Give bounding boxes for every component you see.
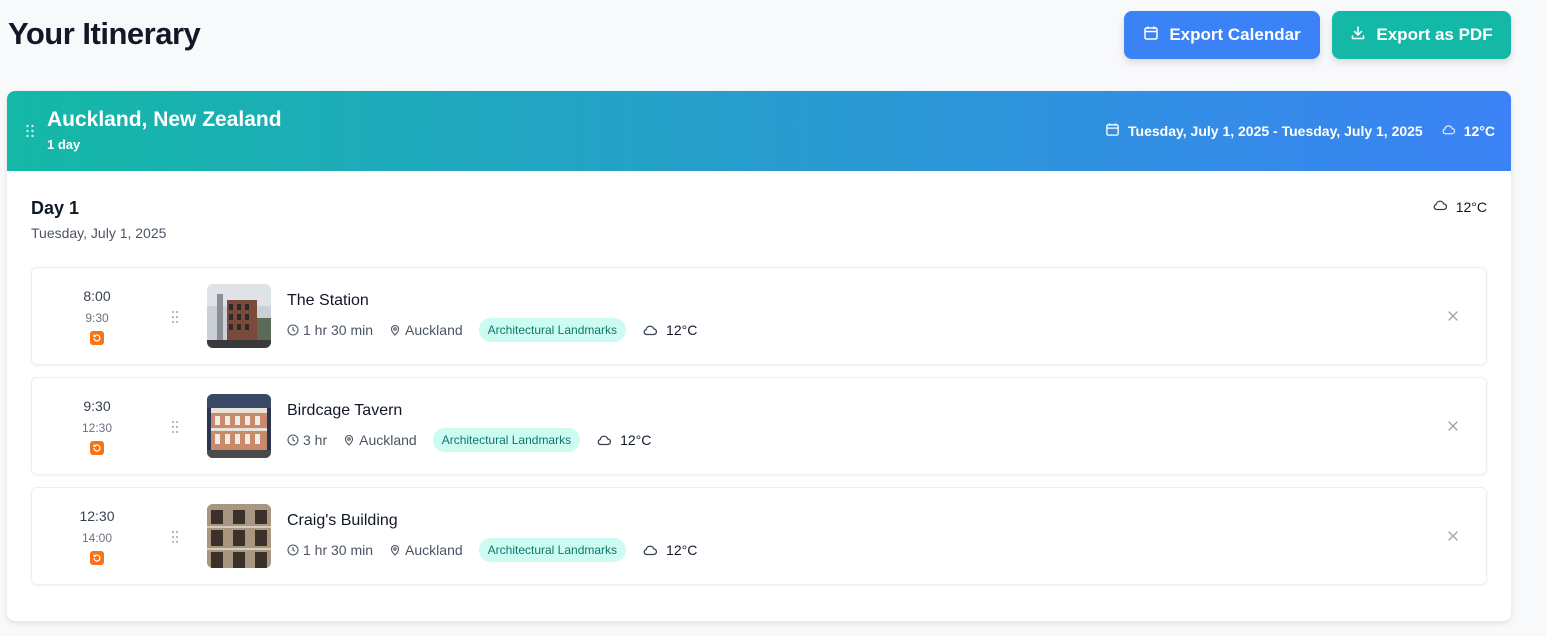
activity-end-time: 12:30: [81, 421, 113, 435]
cloud-icon: [597, 435, 612, 446]
activity-name: Birdcage Tavern: [287, 402, 403, 419]
sync-icon[interactable]: [90, 551, 104, 565]
cloud-icon: [1441, 122, 1456, 140]
day-title: Day 1: [31, 198, 80, 218]
download-icon: [1350, 25, 1366, 46]
map-pin-icon: [390, 324, 400, 336]
cloud-icon: [1432, 197, 1448, 216]
destination-date-range: Tuesday, July 1, 2025 - Tuesday, July 1,…: [1128, 123, 1423, 139]
destination-meta: Tuesday, July 1, 2025 - Tuesday, July 1,…: [1105, 122, 1495, 140]
drag-handle-icon[interactable]: [171, 420, 179, 434]
activity-card[interactable]: 9:30 12:30 Birdcage Tavern 3 hr Auckland…: [31, 377, 1487, 475]
activity-location: Auckland: [405, 542, 463, 558]
cloud-icon: [643, 545, 658, 556]
export-pdf-label: Export as PDF: [1376, 25, 1493, 44]
map-pin-icon: [390, 544, 400, 556]
day-date: Tuesday, July 1, 2025: [31, 225, 167, 241]
activity-meta: 3 hr Auckland Architectural Landmarks 12…: [287, 428, 651, 452]
cloud-icon: [643, 325, 658, 336]
sync-icon[interactable]: [90, 331, 104, 345]
activity-card[interactable]: 8:00 9:30 The Station 1 hr 30 min Auckla…: [31, 267, 1487, 365]
activity-name: The Station: [287, 292, 369, 309]
close-icon[interactable]: [1446, 419, 1460, 433]
activity-meta: 1 hr 30 min Auckland Architectural Landm…: [287, 318, 697, 342]
activity-start-time: 8:00: [83, 288, 111, 304]
activity-image: [207, 394, 271, 458]
activity-start-time: 12:30: [79, 508, 115, 524]
activity-card[interactable]: 12:30 14:00 Craig's Building 1 hr 30 min: [31, 487, 1487, 585]
destination-name: Auckland, New Zealand: [47, 108, 282, 131]
clock-icon: [287, 324, 299, 336]
activity-location: Auckland: [405, 322, 463, 338]
drag-handle-icon[interactable]: [25, 124, 35, 138]
destination-temperature: 12°C: [1463, 123, 1495, 139]
activity-duration: 1 hr 30 min: [303, 322, 374, 338]
destination-header[interactable]: Auckland, New Zealand 1 day Tuesday, Jul…: [7, 91, 1511, 171]
destination-card: Auckland, New Zealand 1 day Tuesday, Jul…: [7, 91, 1511, 621]
activity-temperature: 12°C: [620, 432, 652, 448]
activity-end-time: 9:30: [85, 311, 109, 325]
activity-meta: 1 hr 30 min Auckland Architectural Landm…: [287, 538, 697, 562]
activity-duration: 3 hr: [303, 432, 328, 448]
activity-duration: 1 hr 30 min: [303, 542, 374, 558]
activity-image: [207, 284, 271, 348]
sync-icon[interactable]: [90, 441, 104, 455]
category-tag: Architectural Landmarks: [432, 428, 581, 452]
activity-name: Craig's Building: [287, 512, 398, 529]
drag-handle-icon[interactable]: [171, 310, 179, 324]
activity-end-time: 14:00: [81, 531, 113, 545]
destination-duration: 1 day: [47, 137, 81, 152]
export-calendar-button[interactable]: Export Calendar: [1124, 11, 1320, 59]
category-tag: Architectural Landmarks: [478, 318, 627, 342]
activity-location: Auckland: [359, 432, 417, 448]
day-weather: 12°C: [1432, 197, 1487, 216]
activity-image: [207, 504, 271, 568]
calendar-icon: [1105, 122, 1120, 140]
activity-temperature: 12°C: [666, 542, 698, 558]
map-pin-icon: [345, 434, 354, 446]
calendar-icon: [1143, 25, 1159, 46]
activity-start-time: 9:30: [83, 398, 111, 414]
close-icon[interactable]: [1446, 309, 1460, 323]
close-icon[interactable]: [1446, 529, 1460, 543]
day-temperature: 12°C: [1455, 198, 1487, 215]
clock-icon: [287, 434, 299, 446]
activity-temperature: 12°C: [666, 322, 698, 338]
drag-handle-icon[interactable]: [171, 530, 179, 544]
export-calendar-label: Export Calendar: [1169, 25, 1301, 44]
page-title: Your Itinerary: [8, 16, 201, 51]
export-pdf-button[interactable]: Export as PDF: [1332, 11, 1511, 59]
category-tag: Architectural Landmarks: [478, 538, 627, 562]
clock-icon: [287, 544, 299, 556]
